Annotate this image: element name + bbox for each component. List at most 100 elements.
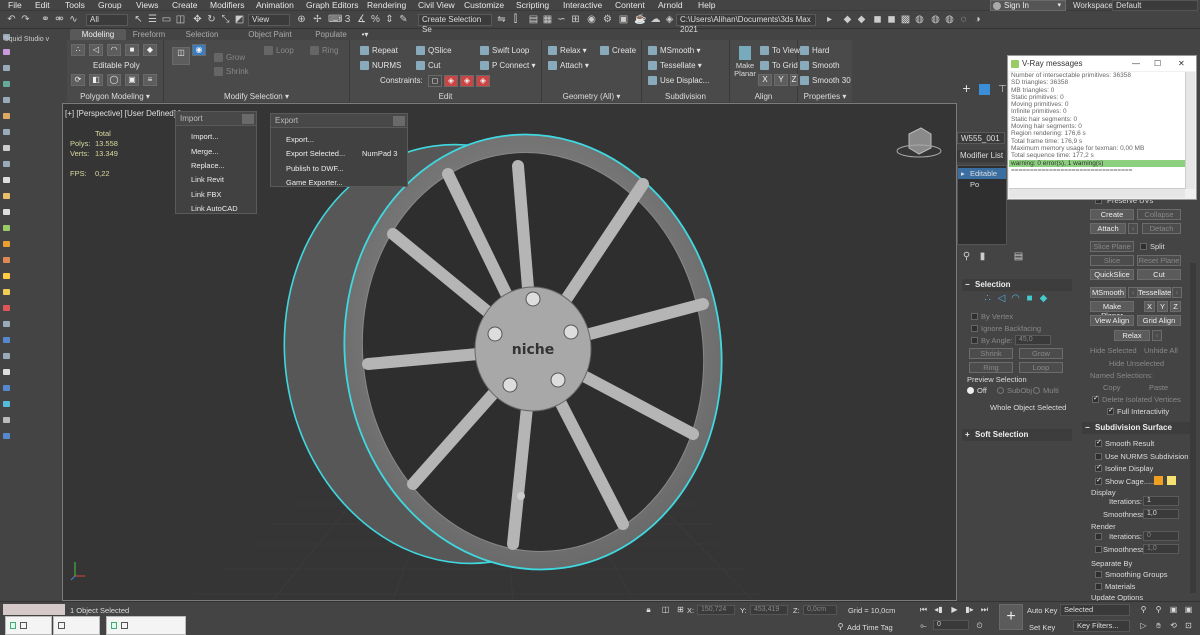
hide-selected-button[interactable]: Hide Selected [1090, 346, 1137, 355]
toolbar-extra-7-icon[interactable]: ◍ [914, 14, 925, 25]
toolbar-extra-3-icon[interactable]: ◆ [856, 14, 867, 25]
constraint-face-icon[interactable]: ◈ [460, 75, 474, 87]
to-grid-button[interactable]: To Grid [760, 59, 798, 72]
redo-icon[interactable]: ↷ [20, 14, 31, 25]
modify-mode-icon[interactable]: ⟳ [71, 74, 85, 86]
create-button[interactable]: Create [1090, 209, 1134, 220]
vray-horizontal-scrollbar[interactable] [1009, 188, 1185, 198]
cage-color-swatch[interactable] [1154, 476, 1163, 485]
qslice-button[interactable]: QSlice [416, 44, 452, 57]
hide-unselected-button[interactable]: Hide Unselected [1109, 359, 1164, 368]
vray-vertical-scrollbar[interactable] [1185, 72, 1195, 189]
curve-editor-icon[interactable]: ∽ [556, 14, 567, 25]
menu-tools[interactable]: Tools [65, 0, 85, 10]
tab-freeform[interactable]: Freeform [126, 29, 172, 40]
tool-icon[interactable] [3, 209, 10, 215]
relax-settings-button[interactable]: ▫ [1152, 330, 1162, 341]
named-selection-set-dropdown[interactable]: Create Selection Se [418, 14, 492, 34]
tool-icon[interactable] [3, 337, 10, 343]
tool-icon[interactable] [3, 97, 10, 103]
align-icon[interactable]: ⫿ [510, 14, 521, 25]
cage-selection-color-swatch[interactable] [1167, 476, 1176, 485]
to-view-button[interactable]: To View [760, 44, 800, 57]
menu-edit[interactable]: Edit [35, 0, 50, 10]
attach-button[interactable]: Attach [1090, 223, 1126, 234]
stack-item-editable-poly[interactable]: ▸ Editable Po [958, 168, 1006, 189]
taskbar-window-3[interactable] [106, 616, 186, 635]
spinner-snap-icon[interactable]: ⇕ [384, 14, 395, 25]
smooth-result-checkbox[interactable] [1095, 438, 1102, 447]
subdivision-surface-rollout-header[interactable]: − Subdivision Surface [1082, 422, 1196, 434]
modify-selection-label[interactable]: Modify Selection ▾ [164, 92, 349, 101]
placement-icon[interactable]: ◩ [234, 14, 245, 25]
angle-snap-icon[interactable]: ∡ [356, 14, 367, 25]
menu-item-export[interactable]: Export... [286, 135, 314, 144]
element-mode-icon[interactable]: ◆ [143, 44, 157, 56]
tab-selection[interactable]: Selection [178, 29, 226, 40]
rendered-frame-window-icon[interactable]: ▣ [618, 14, 629, 25]
view-align-button[interactable]: View Align [1090, 315, 1134, 326]
smooth-30-button[interactable]: Smooth 30 [800, 74, 851, 87]
menu-item-game-exporter[interactable]: Game Exporter... [286, 178, 343, 187]
z-coord-field[interactable]: 0,0cm [803, 605, 837, 615]
show-cage-checkbox[interactable] [1095, 476, 1102, 485]
toolbar-extra-1-icon[interactable]: ▸ [824, 14, 835, 25]
ribbon-options-icon[interactable]: •▾ [359, 29, 371, 40]
select-object-icon[interactable]: ↖ [133, 14, 144, 25]
set-key-big-button[interactable]: + [999, 604, 1023, 630]
copy-button[interactable]: Copy [1103, 383, 1121, 392]
menu-item-merge[interactable]: Merge... [191, 147, 219, 156]
constraint-normal-icon[interactable]: ◈ [476, 75, 490, 87]
zoom-icon[interactable]: ⚲ [1138, 605, 1149, 615]
use-displace-button[interactable]: Use Displac... [648, 74, 709, 87]
tool-icon[interactable] [3, 289, 10, 295]
relax-button[interactable]: Relax [1114, 330, 1150, 341]
menu-scripting[interactable]: Scripting [516, 0, 549, 10]
selection-rollout-header[interactable]: − Selection [962, 279, 1072, 291]
cut-button[interactable]: Cut [1137, 269, 1181, 280]
previous-frame-icon[interactable]: ◂▮ [933, 605, 944, 615]
x-coord-field[interactable]: 150,724 [697, 605, 735, 615]
menu-animation[interactable]: Animation [256, 0, 294, 10]
polygon-modeling-label[interactable]: Polygon Modeling ▾ [67, 92, 163, 101]
relax-button[interactable]: Relax ▾ [548, 44, 587, 57]
edit-named-selection-icon[interactable]: ✎ [398, 14, 409, 25]
workspace-dropdown[interactable]: Default [1112, 0, 1198, 11]
preview-off-radio[interactable] [967, 387, 974, 394]
planar-x-button[interactable]: X [1144, 301, 1155, 312]
menu-create[interactable]: Create [172, 0, 198, 10]
create-button[interactable]: Create [600, 44, 636, 57]
maxscript-listener[interactable] [3, 604, 65, 615]
viewport-label[interactable]: [+] [Perspective] [User Defined] [ [65, 109, 180, 118]
bind-space-warp-icon[interactable]: ∿ [68, 14, 79, 25]
toolbar-extra-11-icon[interactable]: ◑ [972, 14, 983, 25]
lock-selection-icon[interactable]: 🔒︎ [643, 605, 654, 615]
slice-button[interactable]: Slice [1090, 255, 1134, 266]
shrink-selection-button[interactable]: Shrink [969, 348, 1013, 359]
menu-interactive[interactable]: Interactive [563, 0, 602, 10]
keyboard-shortcut-icon[interactable]: ⌨ [328, 14, 342, 25]
go-to-start-icon[interactable]: ⏮ [918, 605, 929, 615]
zoom-extents-icon[interactable]: ▣ [1168, 605, 1179, 615]
preview-multi-radio[interactable] [1033, 387, 1040, 394]
menu-item-publish-dwf[interactable]: Publish to DWF... [286, 164, 344, 173]
ring-selection-button[interactable]: Ring [969, 362, 1013, 373]
menu-item-link-autocad[interactable]: Link AutoCAD [191, 204, 238, 213]
schematic-view-icon[interactable]: ⊞ [570, 14, 581, 25]
repeat-button[interactable]: Repeat [360, 44, 398, 57]
align-x-button[interactable]: X [758, 74, 772, 86]
menu-item-link-revit[interactable]: Link Revit [191, 175, 224, 184]
ignore-backfacing-checkbox[interactable] [971, 325, 978, 332]
menu-item-export-selected[interactable]: Export Selected... [286, 149, 345, 158]
tool-icon[interactable] [3, 65, 10, 71]
element-subobject-icon[interactable]: ◆ [1038, 293, 1049, 304]
tool-icon[interactable] [3, 177, 10, 183]
toggle-ribbon-icon[interactable]: ▦ [542, 14, 553, 25]
make-planar-button[interactable]: Make Planar [734, 44, 756, 82]
smooth-button[interactable]: Smooth [800, 59, 840, 72]
percent-snap-icon[interactable]: % [370, 14, 381, 25]
project-path-field[interactable]: C:\Users\Alihan\Documents\3ds Max 2021 [676, 14, 816, 34]
absolute-mode-icon[interactable]: ⊞ [675, 605, 686, 615]
create-panel-icon[interactable]: + [961, 81, 972, 95]
render-iterations-spinner[interactable]: 0 [1143, 531, 1179, 541]
